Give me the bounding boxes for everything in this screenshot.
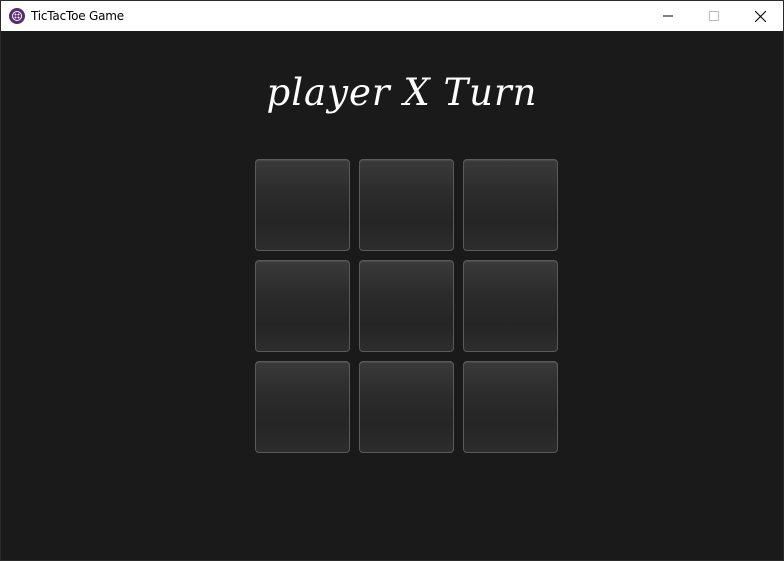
close-icon bbox=[754, 10, 766, 22]
game-app-icon bbox=[9, 8, 25, 24]
game-area: player X Turn bbox=[1, 31, 783, 560]
maximize-button[interactable] bbox=[691, 1, 737, 31]
minimize-icon bbox=[663, 15, 673, 17]
board-cell-7[interactable] bbox=[359, 361, 454, 453]
app-window: TicTacToe Game player X Turn bbox=[0, 0, 784, 561]
game-board bbox=[255, 159, 559, 454]
board-cell-1[interactable] bbox=[359, 159, 454, 251]
board-cell-2[interactable] bbox=[463, 159, 558, 251]
title-bar[interactable]: TicTacToe Game bbox=[1, 1, 783, 31]
turn-indicator: player X Turn bbox=[266, 71, 538, 114]
board-cell-5[interactable] bbox=[463, 260, 558, 352]
board-cell-8[interactable] bbox=[463, 361, 558, 453]
window-controls bbox=[645, 1, 783, 31]
minimize-button[interactable] bbox=[645, 1, 691, 31]
close-button[interactable] bbox=[737, 1, 783, 31]
window-title: TicTacToe Game bbox=[31, 9, 124, 23]
board-cell-0[interactable] bbox=[255, 159, 350, 251]
board-cell-3[interactable] bbox=[255, 260, 350, 352]
maximize-icon bbox=[709, 11, 719, 21]
board-cell-4[interactable] bbox=[359, 260, 454, 352]
board-cell-6[interactable] bbox=[255, 361, 350, 453]
